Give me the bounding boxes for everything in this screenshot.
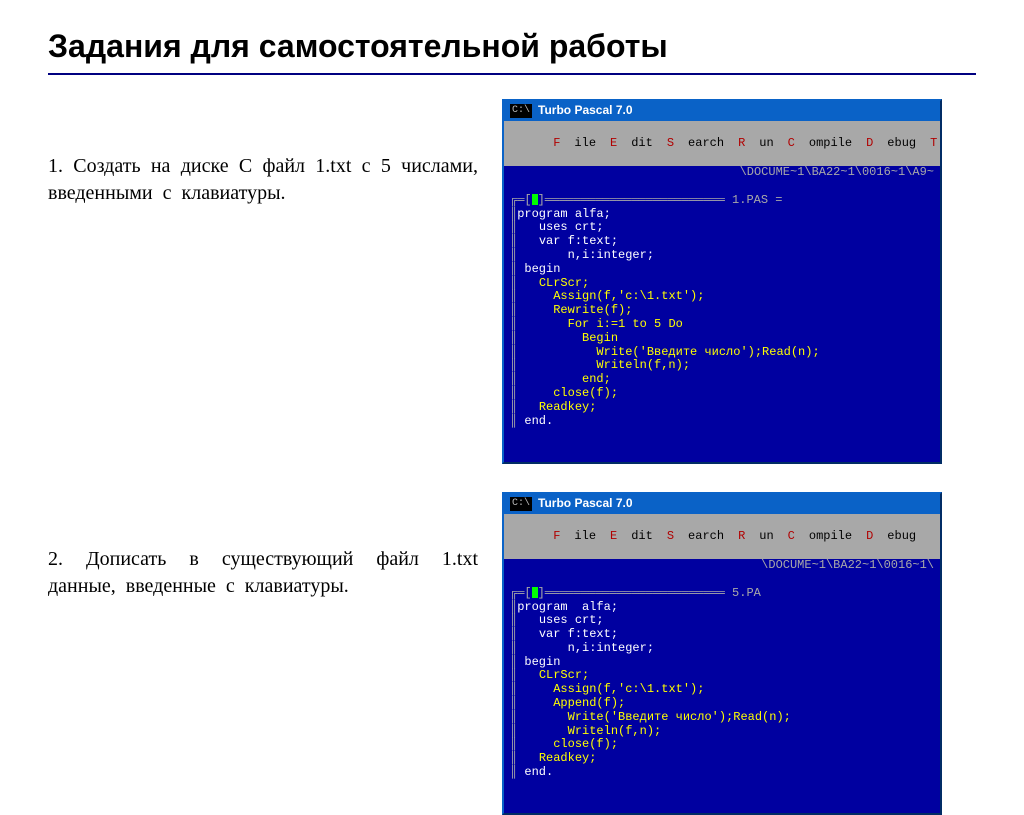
frame-top-1: ╔═[]═════════════════════════ 1.PAS = — [510, 193, 782, 207]
slide-title: Задания для самостоятельной работы — [48, 28, 976, 65]
tp-menu-1: FileEditSearchRunCompileDebugT — [504, 121, 940, 166]
menu-edit[interactable]: Edit — [610, 137, 653, 151]
menu-trail[interactable]: T — [930, 137, 951, 151]
tp-menu-2: File Edit Search Run Compile Debug — [504, 514, 940, 559]
tp-titlebar-1: C:\ Turbo Pascal 7.0 — [504, 101, 940, 121]
system-icon-1: C:\ — [510, 104, 532, 118]
tp-title-text-1: Turbo Pascal 7.0 — [538, 104, 632, 118]
menu-file[interactable]: File — [553, 137, 596, 151]
menu-run-2[interactable]: Run — [738, 530, 774, 544]
menu-compile-2[interactable]: Compile — [788, 530, 852, 544]
tp-editor-2[interactable]: ╔═[]═════════════════════════ 5.PA ║prog… — [504, 573, 940, 814]
menu-search-2[interactable]: Search — [667, 530, 724, 544]
menu-run[interactable]: Run — [738, 137, 774, 151]
tp-titlebar-2: C:\ Turbo Pascal 7.0 — [504, 494, 940, 514]
code-lines-2: ║program alfa; ║ uses crt; ║ var f:text;… — [510, 601, 934, 780]
tp-path-1: \DOCUME~1\BA22~1\0016~1\A9~ — [504, 166, 940, 180]
tp-editor-1[interactable]: ╔═[]═════════════════════════ 1.PAS = ║p… — [504, 180, 940, 462]
menu-file-2[interactable]: File — [553, 530, 596, 544]
cursor-icon — [532, 194, 538, 205]
system-icon-2: C:\ — [510, 497, 532, 511]
cursor-icon-2 — [532, 587, 538, 598]
menu-compile[interactable]: Compile — [788, 137, 852, 151]
menu-debug[interactable]: Debug — [866, 137, 916, 151]
menu-edit-2[interactable]: Edit — [610, 530, 653, 544]
divider — [48, 73, 976, 75]
tp-title-text-2: Turbo Pascal 7.0 — [538, 497, 632, 511]
task-2-text: 2. Дописать в существующий файл 1.txt да… — [48, 492, 478, 600]
task-1-text: 1. Создать на диске С файл 1.txt с 5 чис… — [48, 99, 478, 207]
row-1: 1. Создать на диске С файл 1.txt с 5 чис… — [48, 99, 976, 464]
menu-debug-2[interactable]: Debug — [866, 530, 916, 544]
tp-path-2: \DOCUME~1\BA22~1\0016~1\ — [504, 559, 940, 573]
menu-search[interactable]: Search — [667, 137, 724, 151]
tp-window-1: C:\ Turbo Pascal 7.0 File Edit Search Run Co… — [502, 99, 942, 464]
code-lines-1: ║program alfa; ║ uses crt; ║ var f:text;… — [510, 208, 934, 429]
frame-top-2: ╔═[]═════════════════════════ 5.PA — [510, 586, 761, 600]
